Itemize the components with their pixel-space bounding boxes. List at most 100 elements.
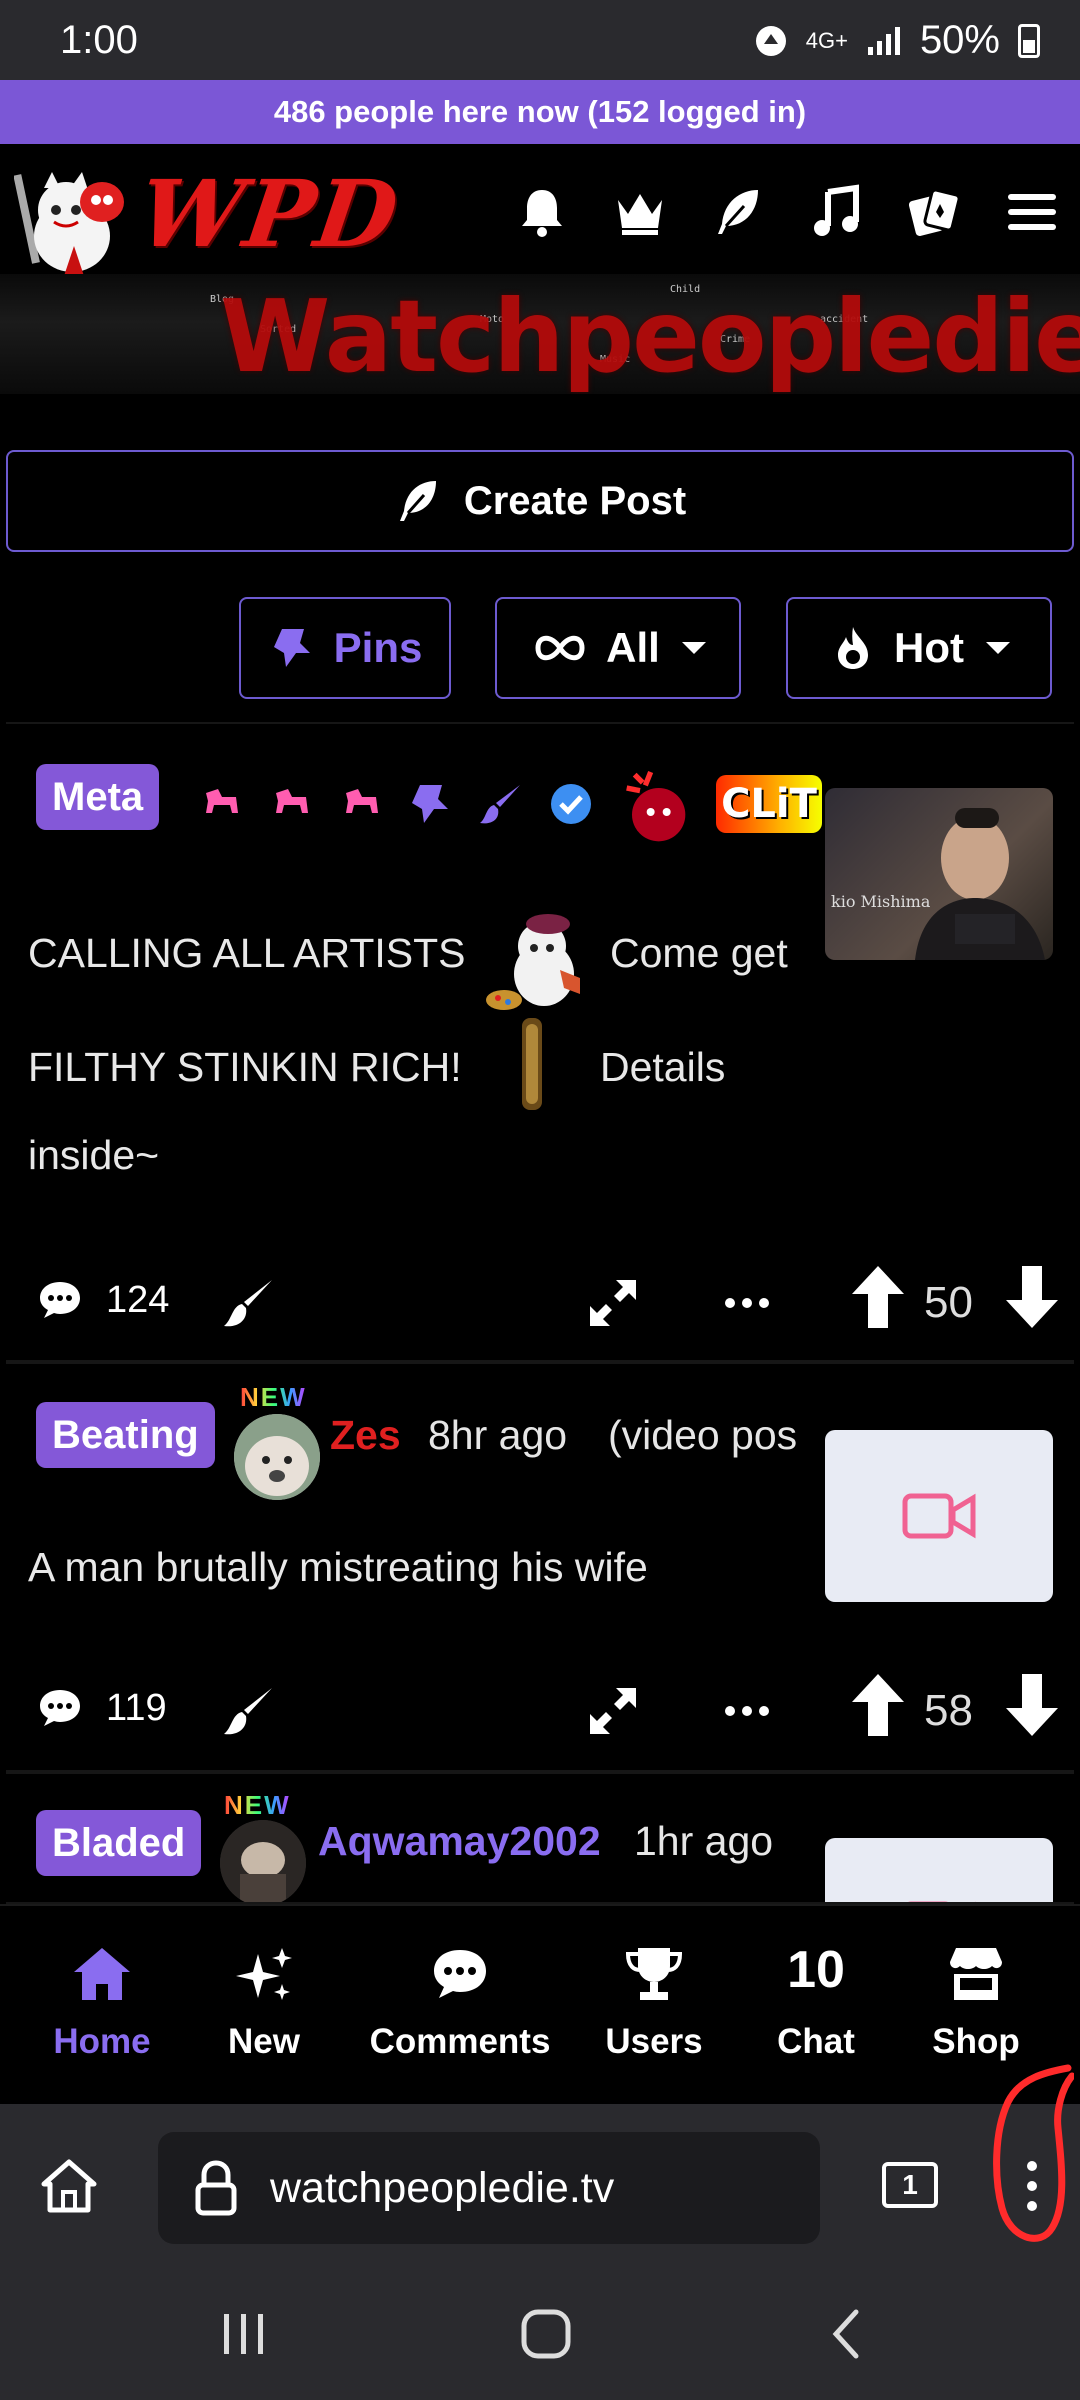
cards-icon[interactable] (906, 184, 962, 240)
nav-new[interactable]: New (184, 1906, 344, 2106)
video-thumbnail[interactable] (825, 1838, 1053, 1902)
pin-icon (273, 629, 310, 667)
username[interactable]: Aqwamay2002 (318, 1818, 601, 1865)
more-options-icon[interactable] (720, 1684, 774, 1738)
comments-button[interactable]: 119 (36, 1686, 167, 1730)
expand-icon[interactable] (586, 1684, 640, 1738)
browser-home-icon[interactable] (38, 2156, 100, 2216)
comment-bubble-icon (40, 1690, 80, 1726)
video-camera-icon (908, 1901, 976, 1902)
nav-chat-label: Chat (777, 2022, 855, 2061)
home-icon (74, 1948, 130, 2000)
post-title-part[interactable]: Come get (610, 930, 788, 977)
post-flair[interactable]: Meta (36, 764, 160, 830)
online-users-banner: 486 people here now (152 logged in) (0, 80, 1080, 144)
site-banner[interactable]: Blog Sorted Moto Child Crime accident Mu… (0, 274, 1080, 394)
verified-badge-icon (551, 784, 591, 824)
post-card[interactable]: Bladed NEW Aqwamay2002 1hr ago (6, 1772, 1074, 1904)
bottom-navigation: Home New Comments Users 10 Chat Shop (0, 1904, 1080, 2104)
create-post-label: Create Post (463, 478, 687, 523)
post-score: 58 (924, 1686, 973, 1735)
browser-menu-icon[interactable] (1012, 2156, 1052, 2216)
horse-badge-icon (346, 789, 378, 813)
chat-online-count: 10 (787, 1941, 845, 1999)
status-time: 1:00 (60, 18, 138, 62)
post-title-part[interactable]: inside~ (28, 1132, 159, 1179)
banner-title: Watchpeopledie (220, 278, 1080, 394)
crown-icon[interactable] (612, 184, 668, 240)
nav-users[interactable]: Users (574, 1906, 734, 2106)
angry-emoji-badge-icon (626, 771, 686, 842)
music-note-icon[interactable] (808, 184, 864, 240)
infinity-icon (535, 635, 585, 661)
horse-badge-icon (276, 789, 308, 813)
comments-button[interactable]: 124 (36, 1278, 169, 1322)
upvote-arrow-icon[interactable] (850, 1672, 906, 1738)
url-text: watchpeopledie.tv (270, 2163, 615, 2212)
post-card[interactable]: Meta CLiT kio Mishima CALLING ALL ARTIST… (6, 722, 1074, 1362)
mascot-logo-icon[interactable] (14, 166, 134, 286)
post-title[interactable]: A man brutally mistreating his wife (28, 1544, 648, 1591)
feather-icon[interactable] (710, 184, 766, 240)
sparkles-icon (236, 1948, 292, 2000)
browser-toolbar: watchpeopledie.tv 1 (0, 2104, 1080, 2264)
recent-apps-icon[interactable] (214, 2304, 274, 2364)
pins-filter-button[interactable]: Pins (239, 597, 451, 699)
username[interactable]: Zes (330, 1412, 401, 1459)
new-user-tag: NEW (224, 1790, 291, 1820)
post-title-part[interactable]: FILTHY STINKIN RICH! (28, 1044, 462, 1091)
post-flair[interactable]: Beating (36, 1402, 215, 1468)
store-icon (950, 1948, 1002, 2000)
hot-label: Hot (894, 624, 964, 671)
thumbnail-caption: kio Mishima (831, 892, 931, 911)
horse-badge-icon (206, 789, 238, 813)
comment-count: 119 (106, 1686, 167, 1729)
fire-icon (838, 627, 868, 669)
trophy-icon (625, 1948, 683, 2000)
signal-icon (867, 26, 900, 55)
tab-switcher-button[interactable]: 1 (882, 2162, 938, 2208)
post-card[interactable]: Beating NEW Zes 8hr ago (video pos A man… (6, 1362, 1074, 1772)
network-type: 4G+ (805, 27, 848, 53)
post-score: 50 (924, 1278, 973, 1327)
chevron-down-icon (985, 642, 1010, 654)
new-user-tag: NEW (240, 1382, 307, 1412)
nav-chat[interactable]: 10 Chat (736, 1906, 896, 2106)
avatar[interactable] (220, 1820, 306, 1902)
nav-comments[interactable]: Comments (340, 1906, 580, 2106)
more-options-icon[interactable] (720, 1276, 774, 1330)
hamster-avatar-image (234, 1414, 320, 1500)
expand-icon[interactable] (586, 1276, 640, 1330)
post-title-part[interactable]: Details (600, 1044, 725, 1091)
back-icon[interactable] (818, 2304, 878, 2364)
pin-icon (412, 785, 448, 823)
hot-sort-dropdown[interactable]: Hot (786, 597, 1052, 699)
create-post-button[interactable]: Create Post (6, 450, 1074, 552)
site-logo-text[interactable]: WPD (132, 160, 405, 268)
post-flair[interactable]: Bladed (36, 1810, 202, 1876)
all-filter-dropdown[interactable]: All (495, 597, 741, 699)
post-title-part[interactable]: CALLING ALL ARTISTS (28, 930, 466, 977)
upvote-arrow-icon[interactable] (850, 1264, 906, 1330)
post-actions: 124 50 (6, 1264, 1074, 1344)
status-bar: 1:00 4G+ 50% (0, 0, 1080, 80)
chevron-down-icon (681, 642, 706, 654)
site-header: WPD Blog Sorted Moto Child Crime acciden… (0, 144, 1080, 394)
downvote-arrow-icon[interactable] (1004, 1264, 1060, 1330)
post-thumbnail[interactable]: kio Mishima (825, 788, 1053, 960)
paintbrush-icon[interactable] (220, 1274, 278, 1332)
home-button-icon[interactable] (516, 2304, 576, 2364)
avatar[interactable] (234, 1414, 320, 1500)
paintbrush-icon[interactable] (220, 1682, 278, 1740)
clit-badge: CLiT (716, 775, 822, 833)
nav-home[interactable]: Home (22, 1906, 182, 2106)
downvote-arrow-icon[interactable] (1004, 1672, 1060, 1738)
nav-shop[interactable]: Shop (896, 1906, 1056, 2106)
android-navigation-bar (0, 2264, 1080, 2400)
address-bar[interactable]: watchpeopledie.tv (158, 2132, 820, 2244)
bell-icon[interactable] (514, 184, 570, 240)
video-thumbnail[interactable] (825, 1430, 1053, 1602)
post-time-ago: 1hr ago (634, 1818, 774, 1864)
paintbrush-icon (480, 785, 520, 824)
hamburger-menu-icon[interactable] (1004, 184, 1060, 240)
